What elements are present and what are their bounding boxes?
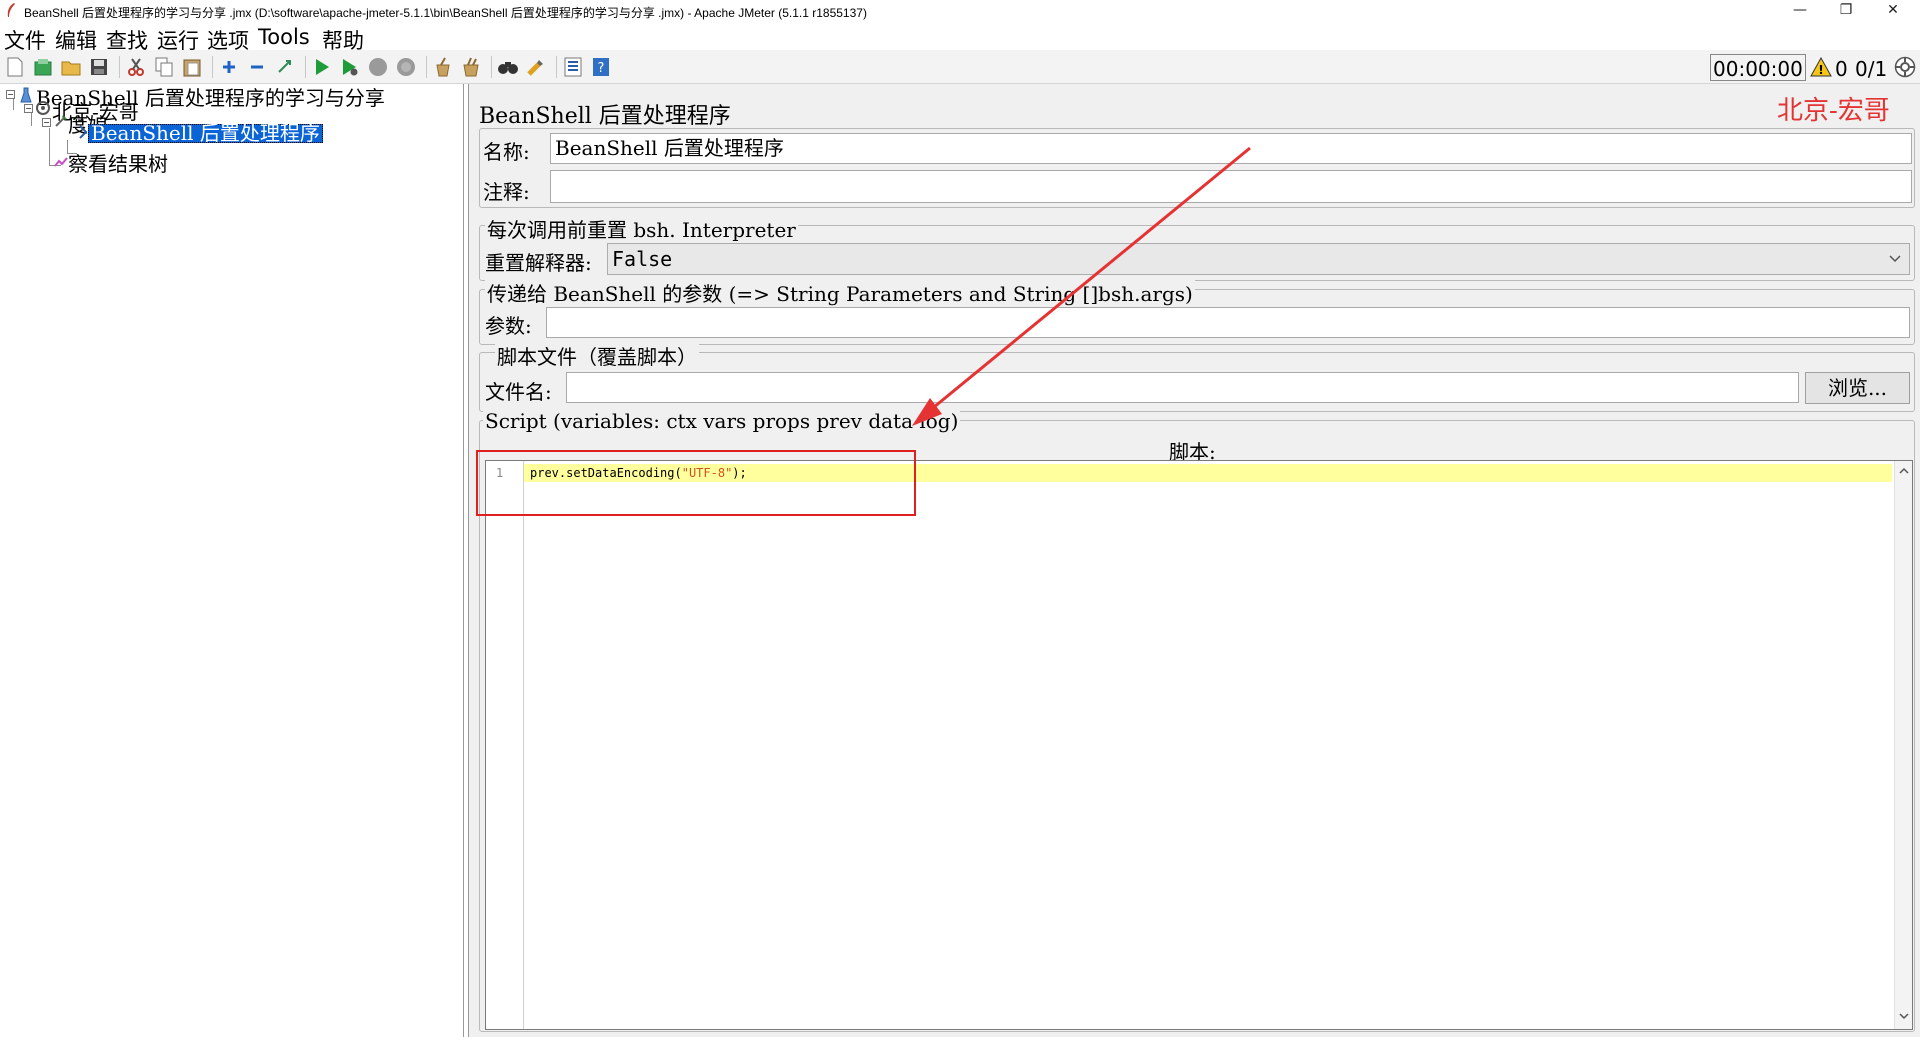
annotation-arrow xyxy=(912,146,1251,426)
